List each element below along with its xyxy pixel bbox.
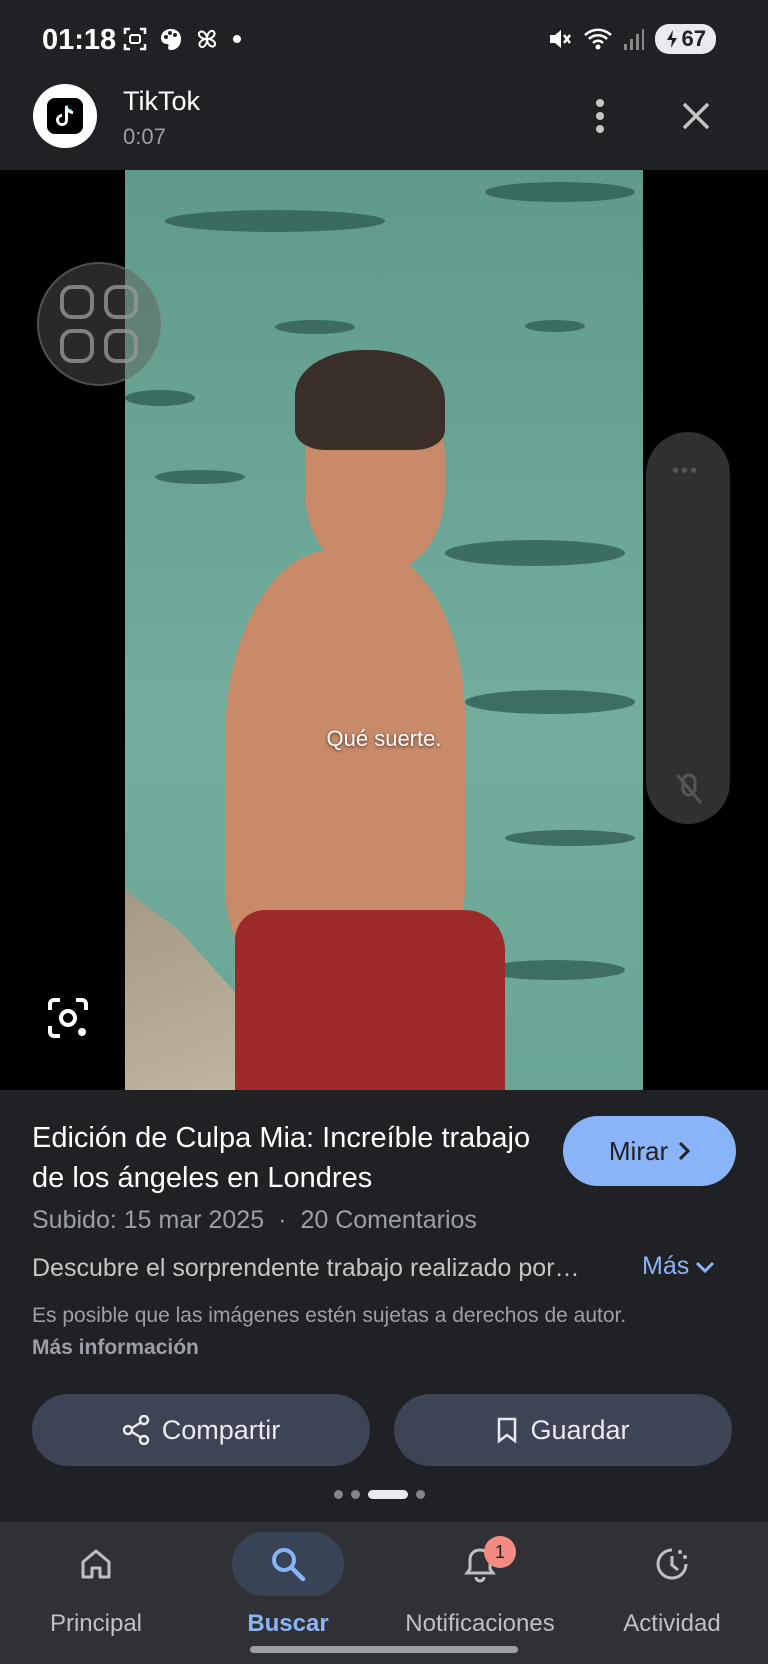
more-button[interactable]: Más bbox=[642, 1252, 715, 1281]
bottom-navigation: Principal Buscar 1 Notificaciones Activi… bbox=[0, 1522, 768, 1664]
nav-notifications-label: Notificaciones bbox=[405, 1610, 555, 1637]
video-subtitle: Qué suerte. bbox=[326, 726, 442, 751]
grid-square-icon bbox=[60, 329, 94, 363]
page-dot bbox=[351, 1490, 360, 1499]
chevron-right-icon bbox=[679, 1141, 691, 1161]
mute-icon bbox=[549, 30, 571, 48]
save-button[interactable]: Guardar bbox=[394, 1394, 732, 1466]
video-preview[interactable]: Qué suerte. ••• bbox=[0, 170, 768, 1090]
grid-view-button[interactable] bbox=[37, 262, 161, 386]
more-options-button[interactable] bbox=[582, 94, 618, 138]
google-lens-icon[interactable] bbox=[44, 994, 92, 1042]
nav-search[interactable]: Buscar bbox=[192, 1522, 384, 1664]
share-icon bbox=[122, 1415, 149, 1445]
close-icon bbox=[682, 102, 710, 130]
tiktok-logo[interactable] bbox=[33, 84, 97, 148]
upload-date: Subido: 15 mar 2025 bbox=[32, 1206, 265, 1234]
page-dot bbox=[334, 1490, 343, 1499]
chevron-down-icon bbox=[696, 1261, 715, 1273]
page-dot-active bbox=[368, 1490, 408, 1499]
close-button[interactable] bbox=[674, 94, 718, 138]
status-icons-left bbox=[122, 26, 244, 52]
more-info-link[interactable]: Más información bbox=[32, 1336, 199, 1359]
share-label: Compartir bbox=[161, 1414, 281, 1445]
status-time: 01:18 bbox=[42, 24, 117, 56]
result-header: TikTok 0:07 bbox=[0, 80, 768, 170]
nav-activity-label: Actividad bbox=[623, 1610, 721, 1637]
nav-activity[interactable]: Actividad bbox=[576, 1522, 768, 1664]
result-info: Edición de Culpa Mia: Increíble trabajo … bbox=[0, 1090, 768, 1522]
nav-search-label: Buscar bbox=[247, 1610, 329, 1637]
grid-square-icon bbox=[60, 285, 94, 319]
notice-text: Es posible que las imágenes estén sujeta… bbox=[32, 1304, 627, 1327]
copyright-notice: Es posible que las imágenes estén sujeta… bbox=[32, 1300, 672, 1364]
home-gesture-bar[interactable] bbox=[250, 1646, 518, 1653]
save-label: Guardar bbox=[530, 1414, 630, 1445]
nav-notifications[interactable]: 1 Notificaciones bbox=[384, 1522, 576, 1664]
notification-badge: 1 bbox=[484, 1536, 516, 1568]
video-title[interactable]: Edición de Culpa Mia: Increíble trabajo … bbox=[32, 1118, 532, 1198]
signal-icon bbox=[623, 29, 644, 50]
battery-icon: 67 bbox=[654, 24, 716, 54]
grid-square-icon bbox=[104, 285, 138, 319]
watch-button[interactable]: Mirar bbox=[563, 1116, 736, 1186]
grid-square-icon bbox=[104, 329, 138, 363]
app-name[interactable]: TikTok bbox=[123, 86, 200, 117]
bookmark-icon bbox=[498, 1417, 517, 1444]
nav-home[interactable]: Principal bbox=[0, 1522, 192, 1664]
wifi-icon bbox=[583, 28, 612, 50]
video-duration: 0:07 bbox=[123, 124, 166, 149]
battery-level: 67 bbox=[681, 26, 706, 51]
status-bar: 01:18 67 bbox=[0, 0, 768, 80]
palette-icon bbox=[161, 29, 181, 50]
page-indicator bbox=[334, 1490, 425, 1499]
video-thumbnail[interactable]: Qué suerte. bbox=[125, 170, 643, 1090]
more-horiz-icon: ••• bbox=[672, 460, 700, 482]
side-panel[interactable]: ••• bbox=[646, 432, 730, 824]
screenshot-icon bbox=[123, 27, 147, 51]
watch-label: Mirar bbox=[608, 1135, 669, 1166]
activity-icon bbox=[656, 1548, 688, 1580]
share-button[interactable]: Compartir bbox=[32, 1394, 370, 1466]
pinwheel-icon bbox=[197, 29, 217, 49]
more-vert-icon bbox=[596, 99, 604, 133]
comment-count: 20 Comentarios bbox=[300, 1206, 477, 1234]
video-meta: Subido: 15 mar 2025 · 20 Comentarios bbox=[32, 1206, 477, 1235]
more-label: Más bbox=[642, 1252, 690, 1280]
meta-separator: · bbox=[278, 1206, 287, 1234]
search-icon bbox=[272, 1548, 306, 1582]
dot-icon bbox=[233, 35, 241, 43]
status-icons-right: 67 bbox=[547, 24, 716, 54]
home-icon bbox=[81, 1549, 111, 1579]
page-dot bbox=[416, 1490, 425, 1499]
nav-home-label: Principal bbox=[49, 1610, 143, 1637]
mute-mic-icon[interactable] bbox=[674, 772, 704, 806]
video-description: Descubre el sorprendente trabajo realiza… bbox=[32, 1254, 580, 1282]
